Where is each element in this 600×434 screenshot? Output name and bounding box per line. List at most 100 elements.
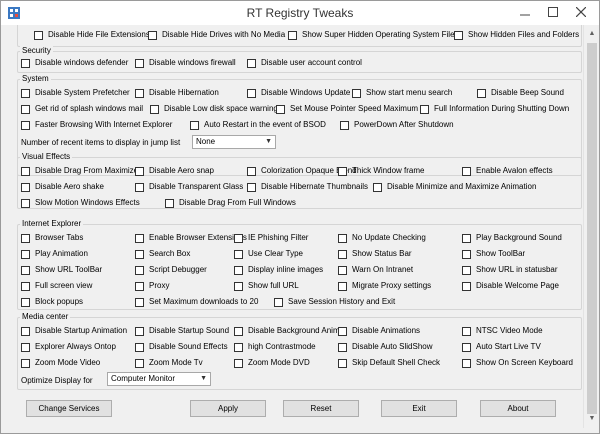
checkbox-disable-startup-sound[interactable]: Disable Startup Sound	[135, 326, 229, 336]
checkbox-box[interactable]	[135, 166, 144, 176]
checkbox-box[interactable]	[21, 297, 30, 307]
scroll-down-icon[interactable]: ▼	[584, 411, 600, 427]
checkbox-show-url-in-statusbar[interactable]: Show URL in statusbar	[462, 265, 558, 275]
checkbox-box[interactable]	[135, 281, 144, 291]
checkbox-script-debugger[interactable]: Script Debugger	[135, 265, 207, 275]
checkbox-disable-windows-defender[interactable]: Disable windows defender	[21, 58, 128, 68]
checkbox-disable-auto-slideshow[interactable]: Disable Auto SlidShow	[338, 342, 433, 352]
checkbox-disable-drag-from-maximize[interactable]: Disable Drag From Maximize	[21, 166, 138, 176]
checkbox-box[interactable]	[135, 297, 144, 307]
checkbox-box[interactable]	[462, 358, 471, 368]
optimize-display-select[interactable]: Computer Monitor ▼	[107, 372, 211, 386]
checkbox-zoom-mode-tv[interactable]: Zoom Mode Tv	[135, 358, 203, 368]
checkbox-show-hidden-files[interactable]: Show Hidden Files and Folders	[454, 30, 579, 40]
checkbox-disable-aero-snap[interactable]: Disable Aero snap	[135, 166, 214, 176]
about-button[interactable]: About	[480, 400, 556, 417]
jump-list-select[interactable]: None ▼	[192, 135, 276, 149]
checkbox-box[interactable]	[21, 104, 30, 114]
checkbox-ie-phishing-filter[interactable]: IE Phishing Filter	[234, 233, 308, 243]
checkbox-box[interactable]	[21, 198, 30, 208]
checkbox-box[interactable]	[338, 326, 347, 336]
checkbox-box[interactable]	[338, 281, 347, 291]
checkbox-disable-drag-full-windows[interactable]: Disable Drag From Full Windows	[165, 198, 296, 208]
checkbox-box[interactable]	[234, 233, 243, 243]
checkbox-disable-hibernation[interactable]: Disable Hibernation	[135, 88, 219, 98]
checkbox-low-disk-space-warning[interactable]: Disable Low disk space warning	[150, 104, 278, 114]
checkbox-box[interactable]	[274, 297, 283, 307]
checkbox-disable-startup-animation[interactable]: Disable Startup Animation	[21, 326, 127, 336]
checkbox-show-url-toolbar[interactable]: Show URL ToolBar	[21, 265, 102, 275]
checkbox-save-session-history[interactable]: Save Session History and Exit	[274, 297, 395, 307]
checkbox-box[interactable]	[462, 326, 471, 336]
checkbox-box[interactable]	[462, 249, 471, 259]
checkbox-thick-window-frame[interactable]: Thick Window frame	[338, 166, 424, 176]
checkbox-box[interactable]	[135, 326, 144, 336]
checkbox-box[interactable]	[247, 166, 256, 176]
checkbox-box[interactable]	[338, 265, 347, 275]
checkbox-box[interactable]	[135, 58, 144, 68]
checkbox-disable-transparent-glass[interactable]: Disable Transparent Glass	[135, 182, 243, 192]
checkbox-box[interactable]	[234, 326, 243, 336]
checkbox-box[interactable]	[21, 233, 30, 243]
apply-button[interactable]: Apply	[190, 400, 266, 417]
checkbox-splash-windows-mail[interactable]: Get rid of splash windows mail	[21, 104, 143, 114]
checkbox-box[interactable]	[338, 166, 347, 176]
checkbox-disable-beep-sound[interactable]: Disable Beep Sound	[477, 88, 564, 98]
checkbox-box[interactable]	[462, 166, 471, 176]
checkbox-box[interactable]	[165, 198, 174, 208]
checkbox-show-status-bar[interactable]: Show Status Bar	[338, 249, 412, 259]
checkbox-disable-hide-drives[interactable]: Disable Hide Drives with No Media	[148, 30, 285, 40]
checkbox-no-update-checking[interactable]: No Update Checking	[338, 233, 426, 243]
checkbox-ntsc-video-mode[interactable]: NTSC Video Mode	[462, 326, 543, 336]
reset-button[interactable]: Reset	[283, 400, 359, 417]
checkbox-max-downloads-20[interactable]: Set Maximum downloads to 20	[135, 297, 258, 307]
checkbox-disable-hibernate-thumbnails[interactable]: Disable Hibernate Thumbnails	[247, 182, 368, 192]
checkbox-migrate-proxy-settings[interactable]: Migrate Proxy settings	[338, 281, 431, 291]
checkbox-explorer-always-ontop[interactable]: Explorer Always Ontop	[21, 342, 116, 352]
checkbox-box[interactable]	[135, 88, 144, 98]
checkbox-show-on-screen-keyboard[interactable]: Show On Screen Keyboard	[462, 358, 573, 368]
checkbox-zoom-mode-video[interactable]: Zoom Mode Video	[21, 358, 100, 368]
checkbox-show-toolbar[interactable]: Show ToolBar	[462, 249, 525, 259]
checkbox-box[interactable]	[21, 88, 30, 98]
checkbox-box[interactable]	[454, 30, 463, 40]
checkbox-box[interactable]	[135, 233, 144, 243]
checkbox-box[interactable]	[135, 249, 144, 259]
checkbox-box[interactable]	[135, 342, 144, 352]
checkbox-auto-start-live-tv[interactable]: Auto Start Live TV	[462, 342, 541, 352]
exit-button[interactable]: Exit	[381, 400, 457, 417]
checkbox-box[interactable]	[338, 249, 347, 259]
checkbox-box[interactable]	[21, 358, 30, 368]
checkbox-box[interactable]	[34, 30, 43, 40]
checkbox-full-info-shutdown[interactable]: Full Information During Shutting Down	[420, 104, 569, 114]
checkbox-box[interactable]	[21, 166, 30, 176]
checkbox-box[interactable]	[21, 265, 30, 275]
checkbox-box[interactable]	[234, 358, 243, 368]
checkbox-box[interactable]	[338, 358, 347, 368]
checkbox-box[interactable]	[234, 281, 243, 291]
checkbox-show-start-menu-search[interactable]: Show start menu search	[352, 88, 452, 98]
checkbox-high-contrast-mode[interactable]: high Contrastmode	[234, 342, 316, 352]
maximize-button[interactable]	[539, 1, 567, 23]
checkbox-box[interactable]	[247, 58, 256, 68]
checkbox-box[interactable]	[135, 358, 144, 368]
checkbox-box[interactable]	[352, 88, 361, 98]
checkbox-enable-avalon-effects[interactable]: Enable Avalon effects	[462, 166, 553, 176]
checkbox-faster-browsing-ie[interactable]: Faster Browsing With Internet Explorer	[21, 120, 172, 130]
checkbox-box[interactable]	[288, 30, 297, 40]
checkbox-display-inline-images[interactable]: Display inline images	[234, 265, 323, 275]
checkbox-box[interactable]	[420, 104, 429, 114]
close-button[interactable]	[567, 1, 595, 23]
checkbox-use-clear-type[interactable]: Use Clear Type	[234, 249, 303, 259]
checkbox-auto-restart-bsod[interactable]: Auto Restart in the event of BSOD	[190, 120, 326, 130]
checkbox-disable-background-animation[interactable]: Disable Background Anima	[234, 326, 344, 336]
checkbox-box[interactable]	[21, 120, 30, 130]
checkbox-box[interactable]	[21, 249, 30, 259]
checkbox-box[interactable]	[234, 265, 243, 275]
checkbox-box[interactable]	[21, 342, 30, 352]
checkbox-disable-system-prefetcher[interactable]: Disable System Prefetcher	[21, 88, 130, 98]
checkbox-box[interactable]	[21, 326, 30, 336]
checkbox-box[interactable]	[135, 182, 144, 192]
checkbox-disable-hide-file-extensions[interactable]: Disable Hide File Extensions	[34, 30, 150, 40]
change-services-button[interactable]: Change Services	[26, 400, 112, 417]
